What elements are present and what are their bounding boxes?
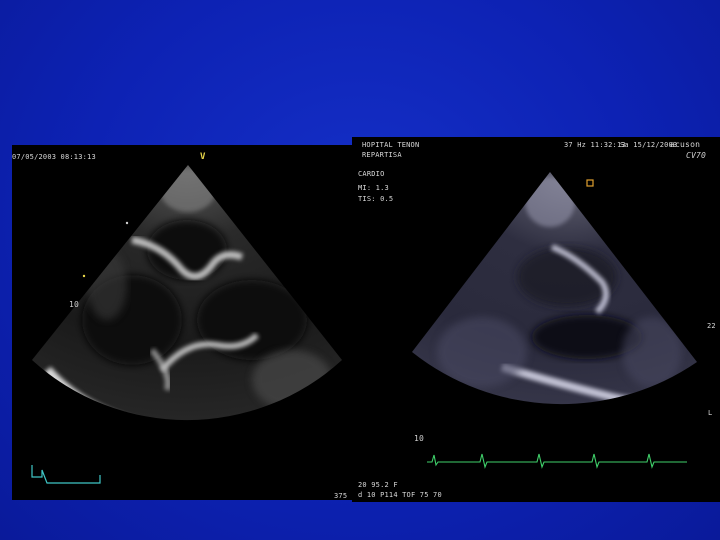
right-param-ti: TIS: 0.5 [358,195,394,203]
left-depth-label: 10 [69,300,80,309]
left-echo-image: 07/05/2003 08:13:13 V 10 375 [12,145,352,500]
left-bottom-label: 375 [334,492,348,500]
right-echo-scan [412,172,697,469]
left-echo-scan [31,165,342,484]
left-timestamp: 07/05/2003 08:13:13 [12,153,96,161]
right-top-time: 37 Hz 11:32:13 [564,141,626,149]
right-model: CV70 [686,151,707,160]
right-header-line2: REPARTISA [362,151,402,159]
right-param-mi: MI: 1.3 [358,184,389,192]
right-side-label-l: L [708,409,713,417]
right-side-label: 22 Hz [707,322,716,330]
left-probe-marker: V [200,152,206,162]
left-ecg-trace [31,465,101,484]
right-top-date: Sa 15/12/2003 [620,141,678,149]
right-brand: acuson [670,140,701,149]
right-ecg-trace [427,453,687,469]
right-bottom-line1: 20 95.2 F [358,481,398,489]
right-echo-image: HOPITAL TENON REPARTISA CARDIO MI: 1.3 T… [352,137,720,502]
right-bottom-line2: d 10 P114 TOF 75 70 [358,491,442,499]
right-depth-label: 10 [414,434,425,443]
right-orientation-marker [586,179,594,187]
right-header-line3: CARDIO [358,170,385,178]
right-header-line1: HOPITAL TENON [362,141,420,149]
